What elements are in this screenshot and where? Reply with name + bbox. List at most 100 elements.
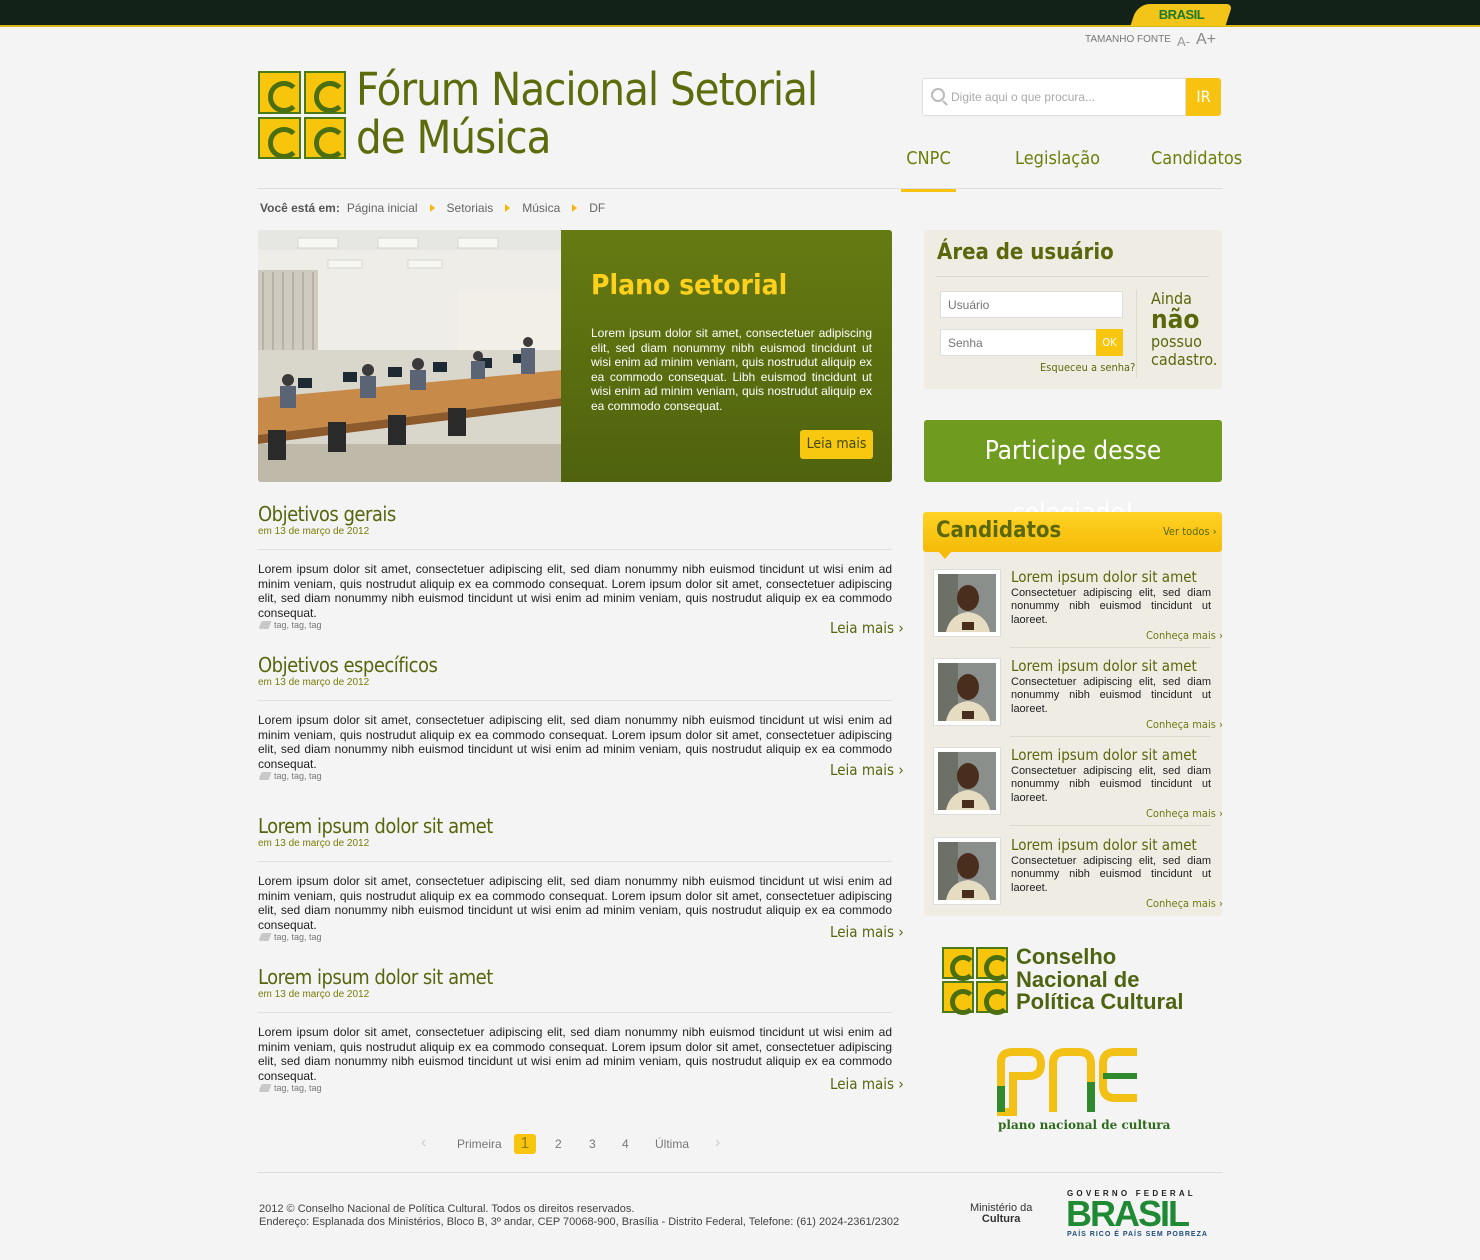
- article-read-more-link[interactable]: Leia mais ›: [830, 923, 904, 941]
- pnc-logo-icon[interactable]: [995, 1046, 1140, 1116]
- article-date: em 13 de março de 2012: [258, 838, 370, 849]
- pagination-page[interactable]: 4: [622, 1137, 629, 1151]
- candidate-avatar[interactable]: [933, 747, 1001, 815]
- candidate-more-link[interactable]: Conheça mais ›: [1146, 718, 1223, 731]
- footer-copyright: 2012 © Conselho Nacional de Política Cul…: [259, 1203, 635, 1215]
- nav-item-legislacao[interactable]: Legislação: [1015, 148, 1100, 192]
- pagination-next[interactable]: ›: [715, 1134, 720, 1152]
- font-increase-button[interactable]: A+: [1196, 31, 1216, 49]
- government-top-bar: [0, 0, 1480, 27]
- signup-link-emphasis[interactable]: não: [1151, 305, 1200, 335]
- article-divider: [258, 861, 892, 862]
- nav-divider: [258, 188, 1222, 189]
- article-title[interactable]: Objetivos gerais: [258, 502, 396, 526]
- user-area-divider: [936, 276, 1209, 277]
- password-input[interactable]: [940, 329, 1097, 356]
- candidate-description: Consectetuer adipiscing elit, sed diam n…: [1011, 855, 1211, 894]
- article: Lorem ipsum dolor sit amet em 13 de març…: [258, 814, 892, 932]
- article-tags[interactable]: tag, tag, tag: [274, 932, 322, 942]
- article-body: Lorem ipsum dolor sit amet, consectetuer…: [258, 1025, 892, 1083]
- article-read-more-link[interactable]: Leia mais ›: [830, 619, 904, 637]
- article-body: Lorem ipsum dolor sit amet, consectetuer…: [258, 713, 892, 771]
- candidate-more-link[interactable]: Conheça mais ›: [1146, 807, 1223, 820]
- pagination-prev[interactable]: ‹: [421, 1134, 426, 1152]
- user-area-title: Área de usuário: [937, 240, 1114, 265]
- featured-text: Lorem ipsum dolor sit amet, consectetuer…: [591, 326, 872, 413]
- article-tags[interactable]: tag, tag, tag: [274, 1083, 322, 1093]
- candidate-more-link[interactable]: Conheça mais ›: [1146, 897, 1223, 910]
- user-area-vertical-divider: [1136, 290, 1137, 378]
- article-date: em 13 de março de 2012: [258, 677, 370, 688]
- signup-link[interactable]: possuo: [1151, 333, 1202, 351]
- featured-title: Plano setorial: [591, 268, 788, 301]
- article-read-more-link[interactable]: Leia mais ›: [830, 1075, 904, 1093]
- candidate-description: Consectetuer adipiscing elit, sed diam n…: [1011, 676, 1211, 715]
- signup-link[interactable]: cadastro.: [1151, 351, 1218, 369]
- article-title[interactable]: Lorem ipsum dolor sit amet: [258, 965, 493, 989]
- logo-mark-icon: [258, 116, 301, 159]
- article-date: em 13 de março de 2012: [258, 526, 370, 537]
- font-decrease-button[interactable]: A-: [1177, 34, 1190, 49]
- footer-divider: [258, 1172, 1222, 1173]
- breadcrumb-item-musica[interactable]: Música: [522, 201, 560, 215]
- article-body: Lorem ipsum dolor sit amet, consectetuer…: [258, 874, 892, 932]
- governo-brasil-logo[interactable]: BRASIL: [1066, 1196, 1190, 1232]
- breadcrumb-item-current: DF: [589, 201, 606, 215]
- cnpc-logo[interactable]: [942, 947, 1010, 1015]
- candidate-name[interactable]: Lorem ipsum dolor sit amet: [1011, 836, 1197, 854]
- nav-item-candidatos[interactable]: Candidatos: [1151, 148, 1242, 192]
- candidate-avatar[interactable]: [933, 837, 1001, 905]
- username-input[interactable]: [940, 291, 1123, 318]
- site-logo[interactable]: [258, 71, 346, 159]
- breadcrumb-arrow-icon: [572, 204, 578, 212]
- candidate-divider: [1010, 647, 1211, 648]
- article-read-more-link[interactable]: Leia mais ›: [830, 761, 904, 779]
- candidate-more-link[interactable]: Conheça mais ›: [1146, 629, 1223, 642]
- logo-mark-icon: [976, 981, 1010, 1015]
- article: Objetivos gerais em 13 de março de 2012 …: [258, 502, 892, 620]
- nav-item-cnpc[interactable]: CNPC: [901, 148, 956, 192]
- candidate-description: Consectetuer adipiscing elit, sed diam n…: [1011, 587, 1211, 626]
- pagination-page[interactable]: 2: [555, 1137, 562, 1151]
- pagination-page-current[interactable]: 1: [514, 1134, 536, 1154]
- candidates-title: Candidatos: [936, 518, 1062, 543]
- logo-mark-icon: [303, 71, 346, 114]
- tag-icon: [258, 772, 272, 780]
- article-tags[interactable]: tag, tag, tag: [274, 620, 322, 630]
- search-input[interactable]: [951, 84, 1181, 110]
- article-divider: [258, 1012, 892, 1013]
- candidates-view-all-link[interactable]: Ver todos ›: [1163, 525, 1217, 538]
- breadcrumb-arrow-icon: [505, 204, 511, 212]
- login-ok-button[interactable]: OK: [1096, 329, 1123, 356]
- cnpc-logo-text: Conselho Nacional de Política Cultural: [1016, 944, 1184, 1014]
- candidate-avatar[interactable]: [933, 658, 1001, 726]
- article-tags[interactable]: tag, tag, tag: [274, 771, 322, 781]
- logo-mark-icon: [942, 981, 976, 1015]
- candidate-avatar[interactable]: [933, 569, 1001, 637]
- site-title: Fórum Nacional Setorial de Música: [356, 63, 818, 164]
- featured-read-more-button[interactable]: Leia mais: [800, 430, 873, 459]
- candidate-name[interactable]: Lorem ipsum dolor sit amet: [1011, 657, 1197, 675]
- pagination-last[interactable]: Última: [655, 1137, 689, 1151]
- breadcrumb-lead: Você está em:: [260, 201, 340, 215]
- participe-button[interactable]: Participe desse colegiado!: [924, 420, 1222, 528]
- pagination-first[interactable]: Primeira: [457, 1137, 502, 1151]
- breadcrumb-item-setoriais[interactable]: Setoriais: [447, 201, 494, 215]
- forgot-password-link[interactable]: Esqueceu a senha?: [1040, 361, 1135, 374]
- footer-address: Endereço: Esplanada dos Ministérios, Blo…: [259, 1216, 900, 1228]
- tag-icon: [258, 933, 272, 941]
- breadcrumb-item-home[interactable]: Página inicial: [347, 201, 418, 215]
- font-size-label: TAMANHO FONTE: [1085, 34, 1171, 45]
- search-button[interactable]: IR: [1186, 78, 1221, 116]
- candidate-name[interactable]: Lorem ipsum dolor sit amet: [1011, 746, 1197, 764]
- tag-icon: [258, 621, 272, 629]
- brasil-portal-link[interactable]: BRASIL: [1130, 4, 1233, 26]
- pagination-page[interactable]: 3: [589, 1137, 596, 1151]
- article-body: Lorem ipsum dolor sit amet, consectetuer…: [258, 562, 892, 620]
- candidate-name[interactable]: Lorem ipsum dolor sit amet: [1011, 568, 1197, 586]
- article-divider: [258, 700, 892, 701]
- breadcrumb: Você está em: Página inicial Setoriais M…: [260, 201, 605, 215]
- article-title[interactable]: Objetivos específicos: [258, 653, 438, 677]
- ministerio-cultura-logo[interactable]: Ministério da Cultura: [970, 1203, 1032, 1225]
- article-title[interactable]: Lorem ipsum dolor sit amet: [258, 814, 493, 838]
